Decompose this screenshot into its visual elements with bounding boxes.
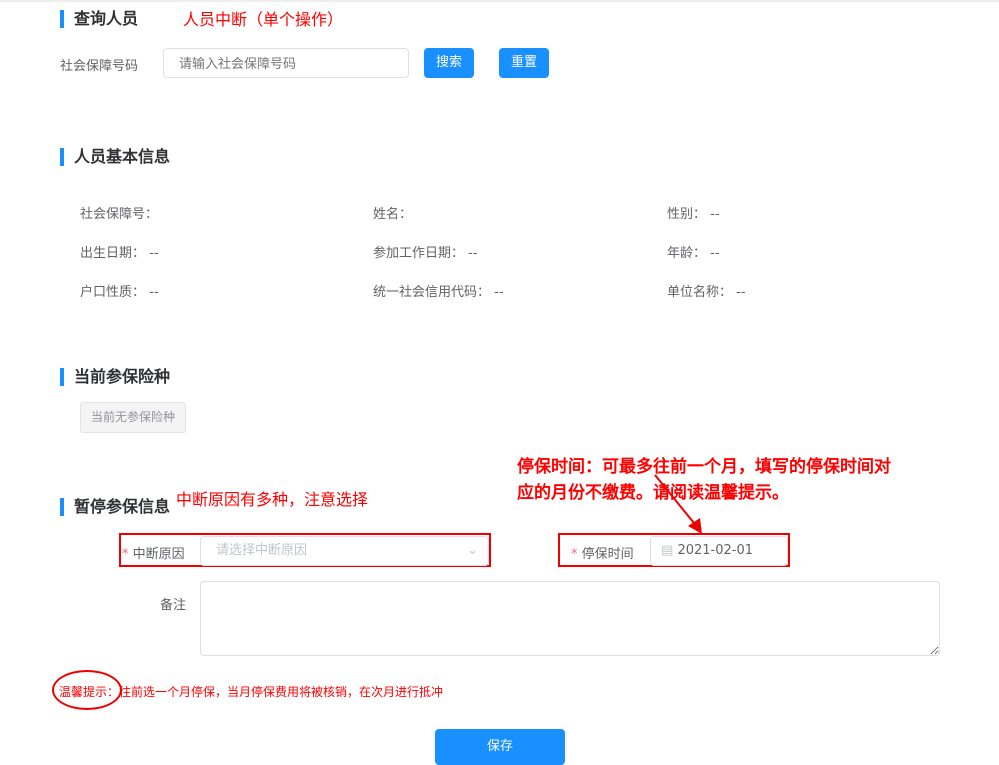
top-divider (0, 0, 999, 2)
section-suspend-title: 暂停参保信息 (60, 498, 170, 516)
info-label: 社会保障号： (80, 207, 159, 222)
info-label: 出生日期： (80, 246, 146, 261)
info-label: 姓名： (373, 207, 413, 222)
calendar-icon: ▤ (661, 543, 674, 558)
info-value: -- (149, 285, 159, 300)
info-value: -- (710, 207, 720, 222)
tip-text: ：往前选一个月停保，当月停保费用将被核销，在次月进行抵冲 (107, 685, 444, 699)
no-insurance-tag: 当前无参保险种 (80, 402, 186, 433)
time-date-picker[interactable]: ▤ 2021-02-01 (650, 536, 788, 566)
info-label: 单位名称： (667, 285, 733, 300)
ssn-label: 社会保障号码 (60, 59, 139, 74)
reason-label: * 中断原因 (122, 547, 185, 562)
info-field: 参加工作日期： -- (373, 242, 478, 261)
info-value: -- (710, 246, 720, 261)
info-label: 参加工作日期： (373, 246, 465, 261)
reason-select[interactable]: 请选择中断原因 ⌄ (200, 536, 489, 566)
chevron-down-icon: ⌄ (467, 543, 478, 558)
info-field: 姓名： (373, 203, 412, 222)
info-field: 社会保障号： (80, 203, 158, 222)
info-field: 单位名称： -- (667, 281, 746, 300)
remark-label: 备注 (160, 598, 187, 613)
info-field: 出生日期： -- (80, 242, 159, 261)
annotation-tip-ellipse (52, 670, 122, 710)
info-value: -- (468, 246, 478, 261)
info-value: -- (149, 246, 159, 261)
annotation-arrow (654, 474, 702, 534)
section-current-title: 当前参保险种 (60, 368, 170, 386)
info-field: 户口性质： -- (80, 281, 159, 300)
annotation-reason: 中断原因有多种，注意选择 (176, 490, 369, 509)
info-field: 统一社会信用代码： -- (373, 281, 504, 300)
info-value: -- (494, 285, 504, 300)
info-label: 年龄： (667, 246, 707, 261)
section-basic-title: 人员基本信息 (60, 148, 170, 166)
reason-placeholder: 请选择中断原因 (216, 543, 308, 558)
info-label: 性别： (667, 207, 707, 222)
reset-button[interactable]: 重置 (499, 48, 549, 78)
remark-textarea[interactable] (200, 581, 940, 656)
ssn-input[interactable] (163, 48, 409, 78)
annotation-title: 人员中断（单个操作） (183, 10, 344, 29)
info-field: 年龄： -- (667, 242, 720, 261)
info-field: 性别： -- (667, 203, 720, 222)
info-label: 统一社会信用代码： (373, 285, 491, 300)
section-query-title: 查询人员 (60, 10, 138, 28)
info-label: 户口性质： (80, 285, 146, 300)
save-button[interactable]: 保存 (435, 729, 565, 765)
time-label: * 停保时间 (571, 547, 634, 562)
search-button[interactable]: 搜索 (424, 48, 474, 78)
info-value: -- (736, 285, 746, 300)
time-value: 2021-02-01 (677, 543, 753, 558)
